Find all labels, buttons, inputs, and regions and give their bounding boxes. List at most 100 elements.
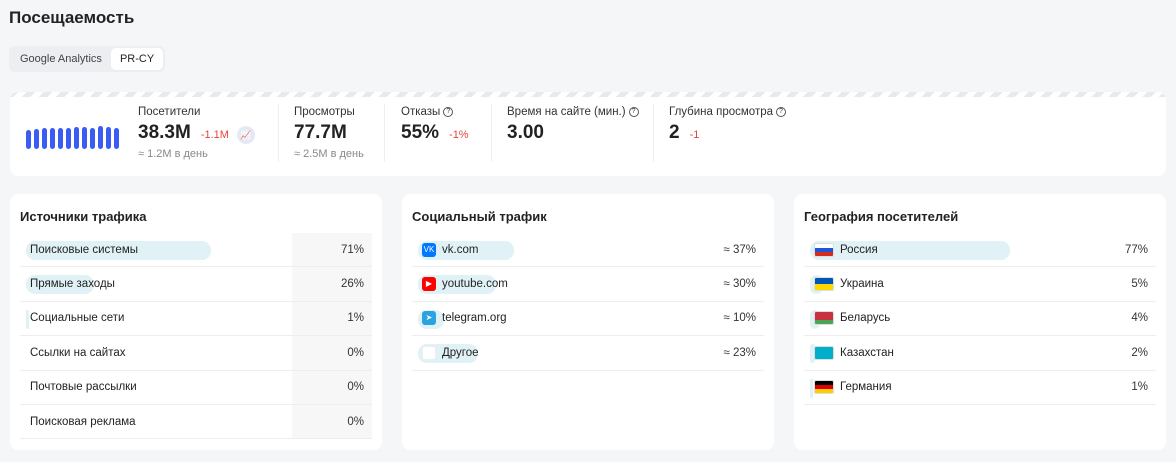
stat-bounce: Отказы? 55% -1% <box>401 106 469 166</box>
row-name-wrap: VK vk.com <box>422 242 478 257</box>
table-row: Другое ≈ 23% <box>412 336 764 371</box>
stat-time: Время на сайте (мин.)? 3.00 <box>507 106 639 166</box>
flag-icon <box>814 277 834 292</box>
table-row: Россия 77% <box>804 233 1156 268</box>
row-name: Ссылки на сайтах <box>30 346 126 359</box>
row-name-wrap: Почтовые рассылки <box>30 381 137 393</box>
row-name-wrap: Социальные сети <box>30 312 124 324</box>
card-title: Социальный трафик <box>412 209 547 224</box>
row-percent: 5% <box>1131 278 1148 291</box>
row-name: Беларусь <box>840 312 891 325</box>
divider <box>653 104 654 162</box>
table-row: Ссылки на сайтах 0% <box>20 336 372 371</box>
spark-bar <box>106 127 111 149</box>
spark-bar <box>74 127 79 149</box>
row-name-wrap: Германия <box>814 380 892 395</box>
stat-sub: ≈ 1.2M в день <box>138 148 208 160</box>
row-name-wrap: Другое <box>422 345 479 360</box>
youtube-icon: ▶ <box>422 277 436 292</box>
spark-bar <box>50 128 55 149</box>
share-bar <box>810 378 813 398</box>
row-percent: ≈ 37% <box>723 243 756 256</box>
row-percent: 77% <box>1124 243 1148 256</box>
stats-card: Посетители 38.3M -1.1M 📈 ≈ 1.2M в день Про… <box>10 92 1166 176</box>
flag-icon <box>814 345 834 360</box>
spark-bar <box>82 126 87 149</box>
row-name: Поисковая реклама <box>30 415 136 428</box>
stat-delta: -1 <box>689 129 700 141</box>
row-name: Россия <box>840 243 878 256</box>
spark-bar <box>114 128 119 149</box>
table-row: Почтовые рассылки 0% <box>20 371 372 405</box>
social-traffic-card: Социальный трафик VK vk.com ≈ 37% ▶ youtube.… <box>402 194 774 450</box>
flag-icon <box>814 242 834 257</box>
help-icon[interactable]: ? <box>776 107 786 117</box>
table-row: Украина 5% <box>804 267 1156 302</box>
table-row: Беларусь 4% <box>804 302 1156 337</box>
table-row: ➤ telegram.org ≈ 10% <box>412 302 764 337</box>
stat-depth: Глубина просмотра? 2 -1 <box>669 106 786 166</box>
row-percent: 4% <box>1131 312 1148 325</box>
stat-value: 3.00 <box>507 122 544 143</box>
row-percent: ≈ 30% <box>723 278 756 291</box>
row-percent: ≈ 23% <box>723 346 756 359</box>
row-name-wrap: ▶ youtube.com <box>422 277 508 292</box>
tab-pr-cy[interactable]: PR-CY <box>110 48 164 70</box>
stat-label: Время на сайте (мин.) <box>507 106 626 118</box>
spark-bar <box>66 128 71 149</box>
row-percent: 0% <box>347 381 364 394</box>
telegram-icon: ➤ <box>422 311 436 326</box>
stat-label: Просмотры <box>294 106 355 118</box>
stat-label: Отказы <box>401 106 441 118</box>
help-icon[interactable]: ? <box>628 107 639 117</box>
tab-google-analytics[interactable]: Google Analytics <box>11 48 111 70</box>
row-name-wrap: ➤ telegram.org <box>422 311 507 326</box>
stat-visitors: Посетители 38.3M -1.1M 📈 ≈ 1.2M в день <box>138 106 255 166</box>
row-name: Социальные сети <box>30 312 125 325</box>
row-percent: 71% <box>340 243 364 256</box>
card-title: Источники трафика <box>20 209 147 224</box>
traffic-sources-card: Источники трафика Поисковые системы 71% Пр… <box>10 194 382 450</box>
stat-label: Посетители <box>138 106 201 118</box>
row-name-wrap: Украина <box>814 277 884 292</box>
stripe-decoration <box>10 92 1166 97</box>
divider <box>384 104 385 162</box>
flag-icon <box>814 380 834 395</box>
stat-value: 2 <box>669 122 680 143</box>
stat-label: Глубина просмотра <box>669 106 773 118</box>
source-tabs: Google Analytics PR-CY <box>9 46 166 72</box>
chart-icon[interactable]: 📈 <box>236 126 255 144</box>
row-name: Прямые заходы <box>30 278 115 291</box>
stat-delta: -1% <box>449 129 469 141</box>
row-name: Другое <box>442 346 479 359</box>
row-name-wrap: Беларусь <box>814 311 891 326</box>
row-name-wrap: Поисковая реклама <box>30 416 136 428</box>
table-row: Германия 1% <box>804 371 1156 405</box>
spark-bar <box>90 127 95 149</box>
row-name-wrap: Россия <box>814 242 878 257</box>
flag-icon <box>814 311 834 326</box>
stat-sub: ≈ 2.5M в день <box>294 148 364 160</box>
spark-bar <box>42 128 47 149</box>
spark-bar <box>26 129 31 149</box>
row-name: Германия <box>840 381 892 394</box>
stat-delta: -1.1M <box>200 129 229 141</box>
table-row: Социальные сети 1% <box>20 302 372 337</box>
vk-icon: VK <box>422 242 436 257</box>
row-percent: 2% <box>1131 346 1148 359</box>
spark-bar <box>58 128 63 149</box>
stat-value: 38.3M <box>138 122 191 143</box>
share-bar <box>26 309 29 329</box>
table-row: ▶ youtube.com ≈ 30% <box>412 267 764 302</box>
row-name: Украина <box>840 278 884 291</box>
help-icon[interactable]: ? <box>443 107 454 117</box>
stat-value: 77.7M <box>294 122 347 143</box>
visitors-sparkline <box>26 126 119 149</box>
row-name-wrap: Поисковые системы <box>30 244 138 256</box>
row-percent: ≈ 10% <box>723 312 756 325</box>
table-row: Поисковые системы 71% <box>20 233 372 268</box>
row-name-wrap: Казахстан <box>814 345 894 360</box>
table-row: Поисковая реклама 0% <box>20 405 372 440</box>
stat-views: Просмотры 77.7M ≈ 2.5M в день <box>294 106 364 166</box>
other-icon <box>422 345 436 360</box>
